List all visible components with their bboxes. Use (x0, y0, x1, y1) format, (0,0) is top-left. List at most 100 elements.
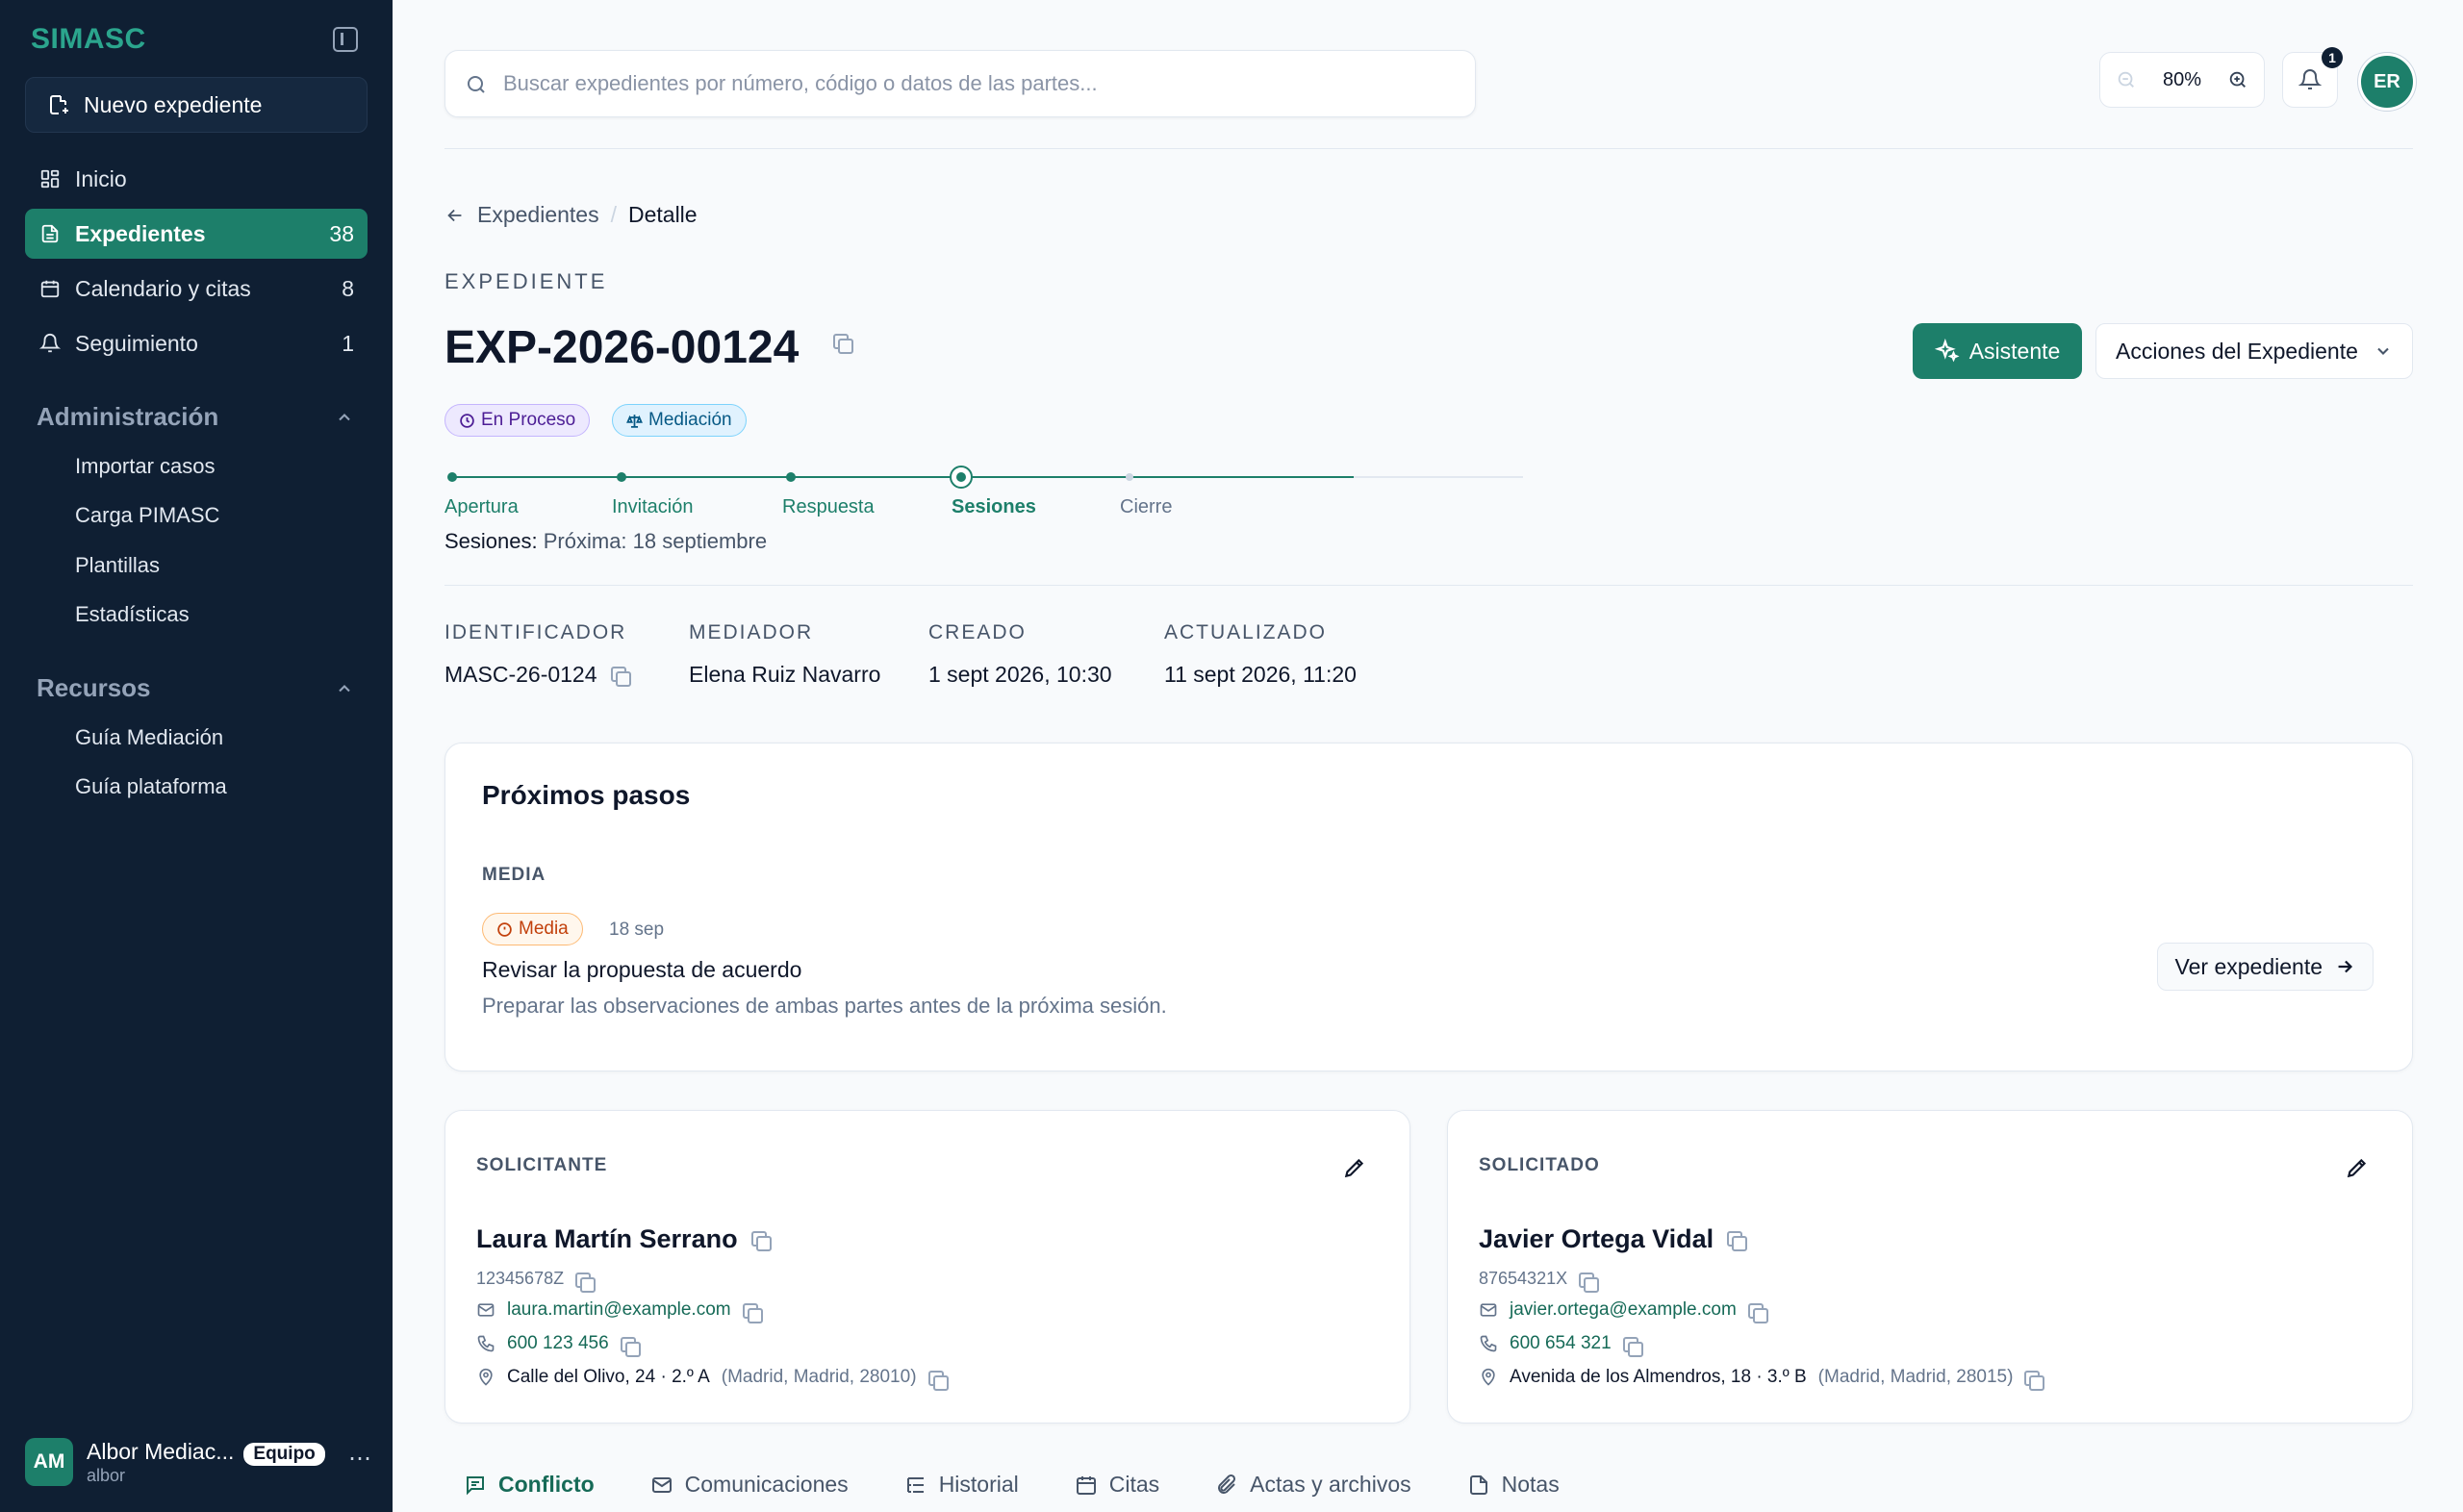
copy-icon[interactable] (750, 1230, 772, 1251)
meta-key: CREADO (928, 621, 1027, 643)
scale-icon (626, 414, 643, 428)
breadcrumb-parent[interactable]: Expedientes (477, 202, 599, 228)
party-address-row: Avenida de los Almendros, 18 · 3.º B (Ma… (1479, 1367, 2045, 1391)
copy-icon[interactable] (1579, 1272, 1600, 1293)
next-steps-card: Próximos pasos MEDIA Media 18 sep Revisa… (444, 743, 2413, 1071)
step-label: Apertura (444, 496, 519, 517)
party-email-link[interactable]: laura.martin@example.com (507, 1299, 731, 1321)
sidebar-sub-guia-plataforma[interactable]: Guía plataforma (75, 774, 227, 799)
user-menu[interactable]: AM Albor Mediac... Equipo albor ⋯ (25, 1435, 371, 1489)
search-box[interactable]: Buscar expedientes por número, código o … (444, 50, 1476, 117)
meta-value-creado: 1 sept 2026, 10:30 (928, 662, 1112, 687)
case-eyebrow: EXPEDIENTE (444, 269, 608, 293)
party-phone-link[interactable]: 600 654 321 (1510, 1333, 1612, 1354)
view-case-button[interactable]: Ver expediente (2156, 943, 2374, 991)
tab-historial[interactable]: Historial (904, 1472, 1019, 1498)
copy-icon[interactable] (620, 1337, 641, 1357)
notifications-button[interactable]: 1 (2282, 47, 2343, 108)
map-pin-icon (1482, 1368, 1495, 1386)
tab-actas[interactable]: Actas y archivos (1215, 1472, 1411, 1498)
copy-icon[interactable] (832, 334, 853, 354)
priority-group: MEDIA (482, 865, 546, 885)
copy-icon[interactable] (1747, 1303, 1768, 1323)
step-label-current: Sesiones (952, 496, 1036, 517)
party-phone-link[interactable]: 600 123 456 (507, 1333, 609, 1354)
edit-icon[interactable] (1342, 1155, 1367, 1180)
arrow-left-icon[interactable] (444, 205, 466, 226)
sidebar-item-count: 1 (342, 330, 354, 356)
sidebar-sub-estadisticas[interactable]: Estadísticas (75, 602, 190, 627)
paperclip-icon (1218, 1474, 1236, 1494)
section-administracion[interactable]: Administración (37, 402, 354, 432)
clock-icon (460, 413, 474, 428)
sidebar-item-seguimiento[interactable]: Seguimiento 1 (25, 318, 368, 368)
edit-icon[interactable] (2345, 1155, 2370, 1180)
sidebar-item-calendario[interactable]: Calendario y citas 8 (25, 264, 368, 314)
search-input[interactable]: Buscar expedientes por número, código o … (503, 71, 1098, 96)
copy-icon[interactable] (575, 1272, 597, 1293)
bell-icon (39, 334, 61, 353)
party-email-row: laura.martin@example.com (476, 1299, 763, 1323)
step-dot (786, 472, 796, 482)
more-icon[interactable]: ⋯ (348, 1445, 371, 1473)
case-actions-dropdown[interactable]: Acciones del Expediente (2095, 323, 2413, 379)
next-session: Sesiones: Próxima: 18 septiembre (444, 529, 767, 554)
party-id: 12345678Z (476, 1269, 597, 1293)
user-avatar[interactable]: ER (2361, 56, 2413, 108)
case-tabs: Conflicto Comunicaciones Historial Citas… (464, 1472, 1560, 1498)
party-name-text: Javier Ortega Vidal (1479, 1224, 1714, 1253)
sidebar-item-label: Expedientes (75, 220, 206, 246)
party-email-row: javier.ortega@example.com (1479, 1299, 1768, 1323)
sidebar-item-count: 38 (329, 220, 354, 246)
sidebar-sub-guia-mediacion[interactable]: Guía Mediación (75, 725, 223, 750)
zoom-in-icon[interactable] (2227, 69, 2248, 90)
user-handle: albor (87, 1465, 126, 1485)
party-city: (Madrid, Madrid, 28015) (1817, 1367, 2014, 1387)
party-email-link[interactable]: javier.ortega@example.com (1510, 1299, 1737, 1321)
progress-line-done (449, 476, 1354, 478)
status-label: En Proceso (481, 410, 576, 430)
copy-icon[interactable] (1727, 1230, 1748, 1251)
tab-conflicto[interactable]: Conflicto (464, 1472, 595, 1498)
user-name: Albor Mediac... (87, 1438, 235, 1464)
step-label: Cierre (1120, 496, 1173, 517)
party-id-text: 12345678Z (476, 1269, 565, 1288)
sidebar-collapse-icon[interactable] (333, 27, 358, 52)
sidebar-sub-importar[interactable]: Importar casos (75, 454, 216, 479)
assistant-button[interactable]: Asistente (1913, 323, 2082, 379)
zoom-out-icon[interactable] (2116, 69, 2137, 90)
copy-icon[interactable] (927, 1371, 949, 1391)
priority-label: Media (519, 919, 569, 939)
tab-notas[interactable]: Notas (1467, 1472, 1560, 1498)
party-address-row: Calle del Olivo, 24 · 2.º A (Madrid, Mad… (476, 1367, 949, 1391)
party-name: Laura Martín Serrano (476, 1224, 772, 1254)
sidebar-item-expedientes[interactable]: Expedientes 38 (25, 209, 368, 259)
section-title: Administración (37, 402, 219, 431)
view-case-label: Ver expediente (2174, 953, 2323, 979)
alert-circle-icon (497, 921, 512, 937)
copy-icon[interactable] (2024, 1371, 2045, 1391)
meta-key: ACTUALIZADO (1164, 621, 1328, 643)
grid-icon (40, 169, 60, 189)
copy-icon[interactable] (610, 667, 631, 687)
app-logo[interactable]: SIMASC (31, 23, 146, 56)
sidebar-item-inicio[interactable]: Inicio (25, 154, 368, 204)
sidebar-item-label: Calendario y citas (75, 275, 251, 301)
party-name: Javier Ortega Vidal (1479, 1224, 1748, 1254)
party-card-solicitante: SOLICITANTE Laura Martín Serrano 1234567… (444, 1110, 1410, 1424)
calendar-icon (1076, 1475, 1096, 1495)
search-icon (468, 76, 485, 93)
copy-icon[interactable] (1622, 1337, 1643, 1357)
sidebar-sub-plantillas[interactable]: Plantillas (75, 553, 160, 578)
notification-count: 1 (2322, 47, 2343, 68)
sidebar-item-count: 8 (342, 275, 354, 301)
user-avatar: AM (25, 1438, 73, 1486)
sidebar-sub-carga[interactable]: Carga PIMASC (75, 503, 219, 528)
section-recursos[interactable]: Recursos (37, 673, 354, 703)
arrow-right-icon (2338, 960, 2353, 973)
tab-comunicaciones[interactable]: Comunicaciones (650, 1472, 849, 1498)
mail-icon (651, 1476, 672, 1493)
copy-icon[interactable] (742, 1303, 763, 1323)
new-case-button[interactable]: Nuevo expediente (25, 77, 368, 133)
tab-citas[interactable]: Citas (1075, 1472, 1159, 1498)
